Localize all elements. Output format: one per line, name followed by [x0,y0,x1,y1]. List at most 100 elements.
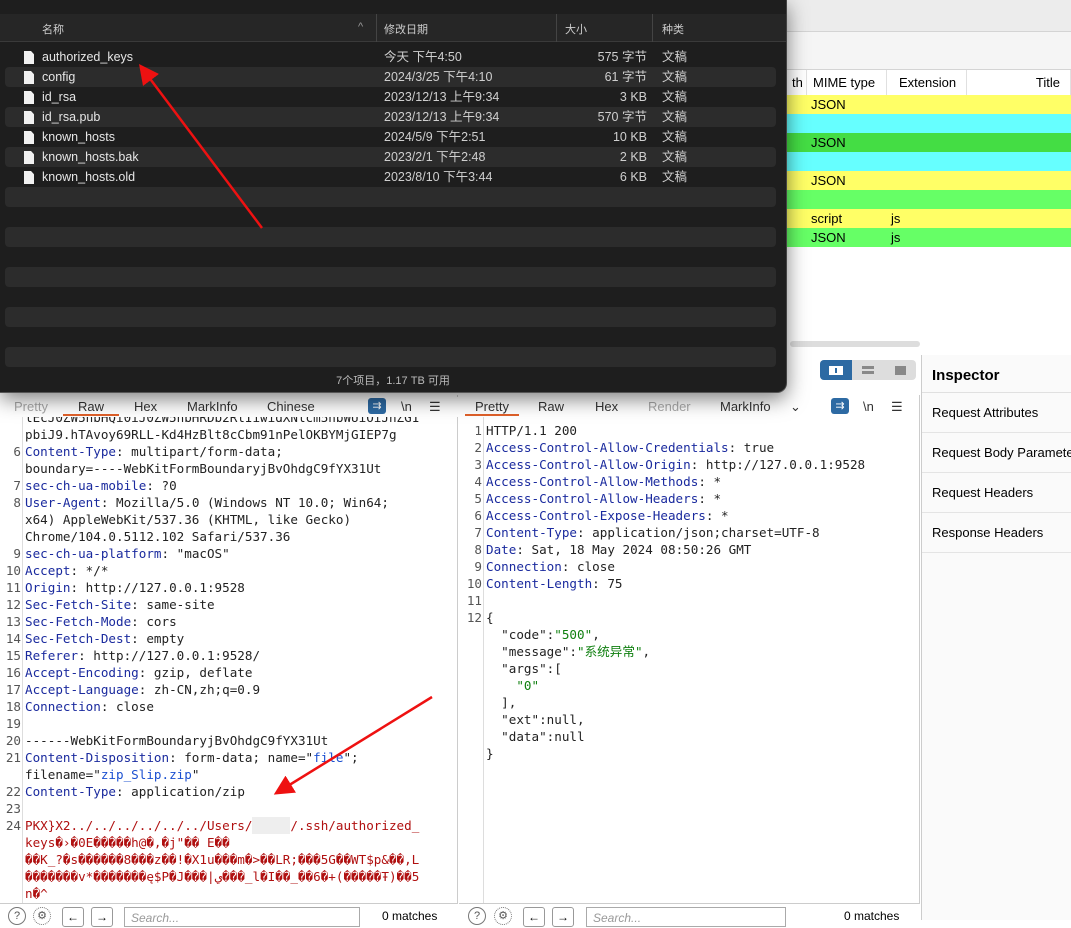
code-line[interactable]: Referer: http://127.0.0.1:9528/ [25,647,260,664]
code-line[interactable]: "code":"500", [486,626,600,643]
sort-ascending-icon[interactable]: ^ [358,21,363,33]
help-icon[interactable]: ? [468,907,486,925]
code-line[interactable]: Date: Sat, 18 May 2024 08:50:26 GMT [486,541,751,558]
menu-icon[interactable]: ☰ [891,399,903,415]
file-row[interactable]: authorized_keys 今天 下午4:50 575 字节 文稿 [5,47,776,67]
newline-toggle[interactable]: \n [401,399,412,414]
col-title[interactable]: Title [967,70,1071,96]
code-line[interactable]: Content-Type: application/json;charset=U… [486,524,820,541]
code-line[interactable]: Access-Control-Allow-Headers: * [486,490,721,507]
code-line[interactable]: Content-Length: 75 [486,575,623,592]
history-row[interactable]: JSON [786,171,1071,190]
tab-hex[interactable]: Hex [595,399,618,414]
file-row[interactable]: known_hosts.old 2023/8/10 下午3:44 6 KB 文稿 [5,167,776,187]
file-row[interactable]: known_hosts.bak 2023/2/1 下午2:48 2 KB 文稿 [5,147,776,167]
code-line[interactable]: "data":null [486,728,584,745]
file-row[interactable]: known_hosts 2024/5/9 下午2:51 10 KB 文稿 [5,127,776,147]
help-icon[interactable]: ? [8,907,26,925]
tab-pretty[interactable]: Pretty [14,399,48,414]
code-line[interactable]: Access-Control-Allow-Methods: * [486,473,721,490]
col-extension[interactable]: Extension [887,70,967,96]
code-line[interactable]: Origin: http://127.0.0.1:9528 [25,579,245,596]
tab-chinese[interactable]: Chinese [267,399,315,414]
wrap-lines-icon[interactable]: ⇉ [368,398,386,414]
request-editor[interactable]: lEcJ0ZW5hbHQi0iJ0ZW5hbHRDb2RlIiwidXNlcm5… [0,395,458,905]
gear-icon[interactable]: ⚙ [33,907,51,925]
prev-match-button[interactable]: ← [62,907,84,927]
next-match-button[interactable]: → [91,907,113,927]
col-length[interactable]: th [786,70,807,96]
code-line[interactable]: ], [486,694,516,711]
code-line[interactable]: Sec-Fetch-Mode: cors [25,613,177,630]
code-line[interactable]: keys�›�0E�����h@�,�j"�� E�� [25,834,230,851]
code-line[interactable]: HTTP/1.1 200 [486,422,577,439]
code-line[interactable]: Accept-Language: zh-CN,zh;q=0.9 [25,681,260,698]
tab-render[interactable]: Render [648,399,691,414]
inspector-request-headers[interactable]: Request Headers [922,473,1071,513]
col-name[interactable]: 名称 [42,21,64,37]
code-line[interactable]: "args":[ [486,660,562,677]
code-line[interactable]: boundary=----WebKitFormBoundaryjBvOhdgC9… [25,460,381,477]
code-line[interactable]: filename="zip_Slip.zip" [25,766,199,783]
wrap-lines-icon[interactable]: ⇉ [831,398,849,414]
col-mime[interactable]: MIME type [807,70,887,96]
code-line[interactable]: "0" [486,677,539,694]
tab-raw[interactable]: Raw [63,399,120,416]
history-row[interactable] [786,114,1071,133]
history-row[interactable] [786,190,1071,209]
code-line[interactable]: x64) AppleWebKit/537.36 (KHTML, like Gec… [25,511,351,528]
tab-hex[interactable]: Hex [134,399,157,414]
history-row[interactable]: JSON [786,133,1071,152]
inspector-response-headers[interactable]: Response Headers [922,513,1071,553]
code-line[interactable]: User-Agent: Mozilla/5.0 (Windows NT 10.0… [25,494,389,511]
tab-markinfo[interactable]: MarkInfo [187,399,238,414]
prev-match-button[interactable]: ← [523,907,545,927]
code-line[interactable]: Connection: close [25,698,154,715]
menu-icon[interactable]: ☰ [429,399,441,415]
code-line[interactable]: Content-Type: multipart/form-data; [25,443,283,460]
code-line[interactable]: ��K_?�s������8���z��!�X1u���m�>��LR;���5… [25,851,419,868]
horizontal-scrollbar[interactable] [790,341,920,347]
search-input[interactable]: Search... [124,907,360,927]
code-line[interactable]: Accept-Encoding: gzip, deflate [25,664,252,681]
code-line[interactable]: Chrome/104.0.5112.102 Safari/537.36 [25,528,290,545]
code-line[interactable]: "ext":null, [486,711,584,728]
code-line[interactable]: sec-ch-ua-platform: "macOS" [25,545,230,562]
code-line[interactable]: �������v*�������ę$P�J���|ي���_l�I��_��6�… [25,868,419,885]
tab-pretty[interactable]: Pretty [465,399,519,416]
newline-toggle[interactable]: \n [863,399,874,414]
code-line[interactable]: sec-ch-ua-mobile: ?0 [25,477,177,494]
history-row[interactable]: JSON [786,95,1071,114]
history-row[interactable]: script js [786,209,1071,228]
response-editor[interactable]: 1 HTTP/1.1 200 2 Access-Control-Allow-Crede… [459,395,920,905]
code-line[interactable]: "message":"系统异常", [486,643,650,660]
code-line[interactable]: PKX}X2../../../../../../Users/xxxxx/.ssh… [25,817,419,834]
inspector-request-body-params[interactable]: Request Body Parameters [922,433,1071,473]
file-row[interactable]: id_rsa.pub 2023/12/13 上午9:34 570 字节 文稿 [5,107,776,127]
search-input[interactable]: Search... [586,907,786,927]
code-line[interactable]: pbiJ9.hTAvoy69RLL-Kd4HzBlt8cCbm91nPelOKB… [25,426,397,443]
code-line[interactable]: Connection: close [486,558,615,575]
layout-side-by-side-icon[interactable] [820,360,852,380]
history-row[interactable]: JSON js [786,228,1071,247]
code-line[interactable]: Accept: */* [25,562,108,579]
tab-markinfo[interactable]: MarkInfo [720,399,771,414]
chevron-down-icon[interactable]: ⌄ [790,399,801,415]
code-line[interactable]: Access-Control-Allow-Credentials: true [486,439,774,456]
code-line[interactable]: Sec-Fetch-Dest: empty [25,630,184,647]
tab-raw[interactable]: Raw [538,399,564,414]
code-line[interactable]: } [486,745,494,762]
history-row[interactable] [786,152,1071,171]
layout-stacked-icon[interactable] [852,360,884,380]
code-line[interactable]: ------WebKitFormBoundaryjBvOhdgC9fYX31Ut [25,732,328,749]
layout-toggle[interactable] [820,360,916,380]
gear-icon[interactable]: ⚙ [494,907,512,925]
col-date[interactable]: 修改日期 [384,21,428,37]
layout-single-icon[interactable] [884,360,916,380]
file-row[interactable]: id_rsa 2023/12/13 上午9:34 3 KB 文稿 [5,87,776,107]
inspector-request-attributes[interactable]: Request Attributes [922,393,1071,433]
code-line[interactable]: Access-Control-Allow-Origin: http://127.… [486,456,865,473]
next-match-button[interactable]: → [552,907,574,927]
code-line[interactable]: Content-Disposition: form-data; name="fi… [25,749,359,766]
code-line[interactable]: Access-Control-Expose-Headers: * [486,507,729,524]
